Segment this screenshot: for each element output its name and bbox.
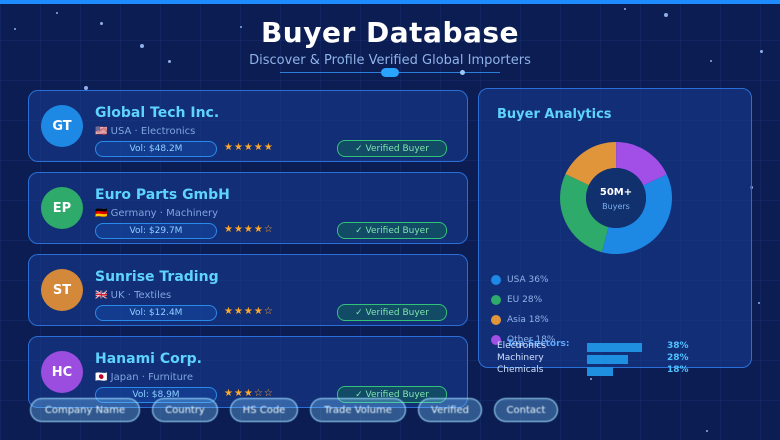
buyer-sector: Furniture	[148, 372, 193, 383]
background-star	[706, 430, 708, 432]
sector-label: Machinery	[497, 353, 544, 363]
buyer-sector: Electronics	[140, 126, 196, 137]
donut-center-value: 50M+	[600, 187, 632, 198]
background-star	[590, 378, 592, 380]
chip-verified[interactable]: Verified	[418, 398, 482, 422]
verified-badge: ✓ Verified Buyer	[337, 140, 447, 157]
page-subtitle: Discover & Profile Verified Global Impor…	[249, 53, 531, 68]
avatar: ST	[41, 269, 83, 311]
sector-label: Electronics	[497, 341, 547, 351]
legend-dot	[491, 275, 501, 285]
donut-center-label: Buyers	[602, 202, 630, 211]
avatar: EP	[41, 187, 83, 229]
background-star	[758, 302, 760, 304]
flag-icon: 🇬🇧	[95, 290, 108, 301]
sector-row: Electronics 38%	[497, 341, 737, 353]
verified-badge: ✓ Verified Buyer	[337, 222, 447, 239]
star-rating: ★★★★☆	[224, 306, 274, 317]
buyer-country: Japan	[110, 372, 139, 383]
panel-title: Buyer Analytics	[497, 107, 612, 122]
buyer-meta: 🇩🇪 Germany · Machinery	[95, 208, 219, 219]
buyer-meta: 🇯🇵 Japan · Furniture	[95, 372, 193, 383]
background-star	[56, 12, 58, 14]
sector-percent: 38%	[667, 341, 689, 351]
volume-badge: Vol: $48.2M	[95, 141, 217, 157]
avatar: GT	[41, 105, 83, 147]
buyer-name[interactable]: Global Tech Inc.	[95, 105, 219, 121]
buyer-country: UK	[110, 290, 125, 301]
sector-row: Chemicals 18%	[497, 365, 737, 377]
analytics-panel: Buyer Analytics 50M+ Buyers USA 36% EU 2…	[478, 88, 752, 376]
legend-item-usa: USA 36%	[491, 275, 549, 285]
verified-badge: ✓ Verified Buyer	[337, 304, 447, 321]
region-donut-chart: 50M+ Buyers	[560, 142, 672, 254]
legend-label: Asia 18%	[507, 315, 549, 325]
sector-label: Chemicals	[497, 365, 544, 375]
sector-percent: 28%	[667, 353, 689, 363]
buyer-card[interactable]: GT Global Tech Inc. 🇺🇸 USA · Electronics…	[28, 90, 468, 162]
sector-row: Machinery 28%	[497, 353, 737, 365]
volume-badge: Vol: $12.4M	[95, 305, 217, 321]
divider-dot	[460, 70, 465, 75]
flag-icon: 🇩🇪	[95, 208, 108, 219]
buyer-meta: 🇬🇧 UK · Textiles	[95, 290, 172, 301]
chip-hs-code[interactable]: HS Code	[230, 398, 298, 422]
buyer-card[interactable]: ST Sunrise Trading 🇬🇧 UK · Textiles Vol:…	[28, 254, 468, 326]
donut-center	[586, 168, 646, 228]
legend-dot	[491, 295, 501, 305]
chip-company-name[interactable]: Company Name	[30, 398, 140, 422]
buyer-card[interactable]: EP Euro Parts GmbH 🇩🇪 Germany · Machiner…	[28, 172, 468, 244]
top-accent-bar	[0, 0, 780, 4]
sector-bar	[587, 343, 642, 352]
star-rating: ★★★★★	[224, 142, 274, 153]
divider-accent	[381, 68, 399, 77]
buyer-name[interactable]: Hanami Corp.	[95, 351, 202, 367]
legend-dot	[491, 315, 501, 325]
buyer-sector: Textiles	[134, 290, 172, 301]
sector-bar	[587, 355, 628, 364]
buyer-sector: Machinery	[166, 208, 219, 219]
buyer-name[interactable]: Euro Parts GmbH	[95, 187, 230, 203]
buyer-country: USA	[110, 126, 132, 137]
chip-country[interactable]: Country	[152, 398, 218, 422]
buyer-meta: 🇺🇸 USA · Electronics	[95, 126, 196, 137]
sector-bar	[587, 367, 614, 376]
chip-trade-volume[interactable]: Trade Volume	[310, 398, 406, 422]
legend-label: EU 28%	[507, 295, 543, 305]
flag-icon: 🇯🇵	[95, 372, 108, 383]
volume-badge: Vol: $29.7M	[95, 223, 217, 239]
legend-item-eu: EU 28%	[491, 295, 542, 305]
flag-icon: 🇺🇸	[95, 126, 108, 137]
star-rating: ★★★★☆	[224, 224, 274, 235]
buyer-name[interactable]: Sunrise Trading	[95, 269, 219, 285]
page-title: Buyer Database	[260, 16, 520, 49]
background-star	[624, 8, 626, 10]
sector-percent: 18%	[667, 365, 689, 375]
buyer-country: Germany	[110, 208, 157, 219]
legend-item-asia: Asia 18%	[491, 315, 549, 325]
avatar: HC	[41, 351, 83, 393]
legend-label: USA 36%	[507, 275, 549, 285]
chip-contact[interactable]: Contact	[494, 398, 558, 422]
